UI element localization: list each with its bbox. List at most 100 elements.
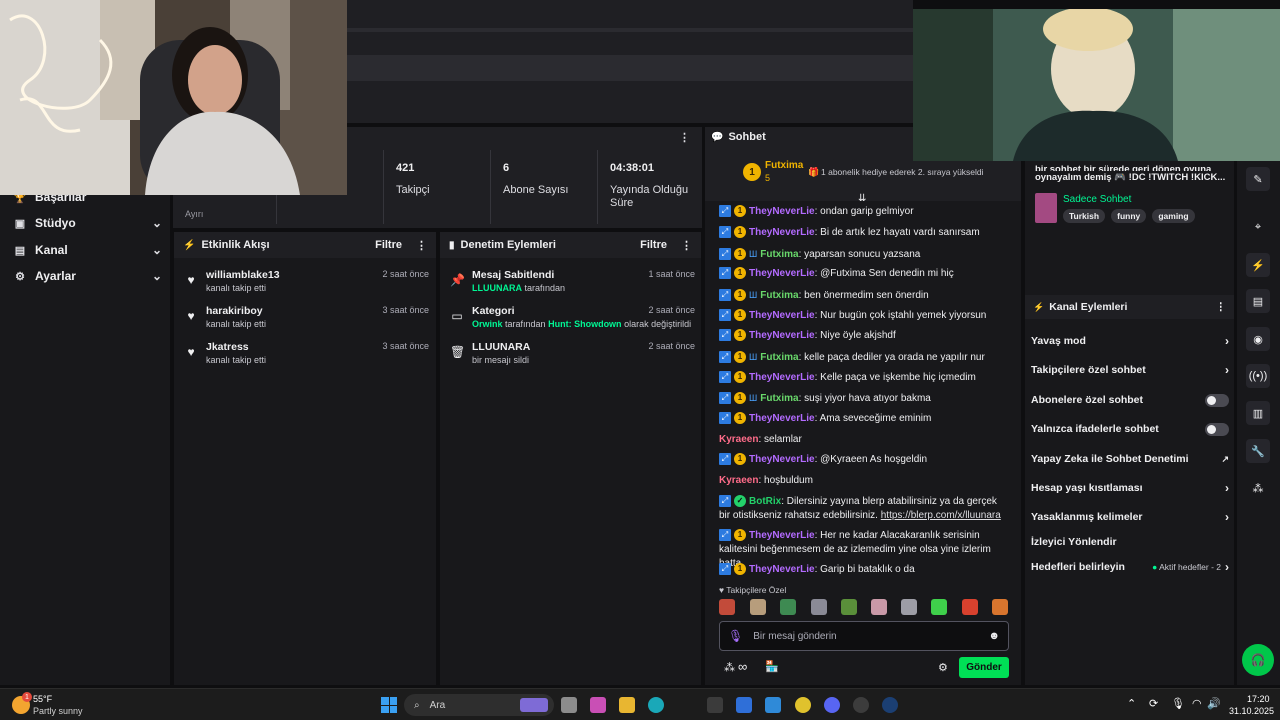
chat-username[interactable]: TheyNeverLie (749, 413, 815, 424)
app-icon[interactable] (707, 697, 723, 713)
wifi-icon[interactable]: ◠ (1192, 697, 1202, 710)
emote-icon[interactable] (780, 599, 796, 615)
tag[interactable]: funny (1111, 209, 1147, 223)
chat-icon[interactable]: ◉ (1246, 327, 1270, 351)
event-actor[interactable]: LLUUNARA (472, 283, 522, 293)
pinned-user[interactable]: Futxima (765, 160, 803, 171)
chat-username[interactable]: TheyNeverLie (749, 372, 815, 383)
ai-moderation-row[interactable]: Yapay Zeka ile Sohbet Denetimi ↗ (1031, 451, 1229, 467)
emote-icon[interactable] (841, 599, 857, 615)
banned-words-row[interactable]: Yasaklanmış kelimeler › (1031, 509, 1229, 525)
more-options-icon[interactable]: ⋮ (1216, 301, 1227, 313)
tag[interactable]: Turkish (1063, 209, 1106, 223)
chat-username[interactable]: TheyNeverLie (749, 310, 815, 321)
infinity-icon[interactable]: ∞ (738, 659, 747, 674)
emote-icon[interactable] (811, 599, 827, 615)
chat-input-box[interactable]: 🎙 ☻ (719, 621, 1009, 651)
chrome-icon[interactable] (795, 697, 811, 713)
followers-only-row[interactable]: Takipçilere özel sohbet › (1031, 362, 1229, 378)
clock-date[interactable]: 31.10.2025 (1229, 706, 1274, 716)
points-icon[interactable]: ⁂ (724, 661, 735, 674)
more-options-icon[interactable]: ⋮ (679, 131, 690, 144)
raid-row[interactable]: İzleyici Yönlendir (1031, 534, 1229, 550)
file-explorer-icon[interactable] (619, 697, 635, 713)
edit-icon[interactable]: ✎ (1246, 167, 1270, 191)
task-view-icon[interactable] (561, 697, 577, 713)
emote-only-toggle[interactable] (1205, 422, 1229, 436)
microphone-icon[interactable]: 🎙 (1171, 697, 1185, 710)
pinned-gift-text: 1 abonelik hediye ederek 2. sıraya yükse… (821, 167, 984, 177)
chat-username[interactable]: TheyNeverLie (749, 530, 815, 541)
support-icon[interactable]: 🎧 (1242, 644, 1274, 676)
chat-username[interactable]: TheyNeverLie (749, 454, 815, 465)
chat-username[interactable]: TheyNeverLie (749, 206, 815, 217)
collapse-icon[interactable]: ⇊ (858, 193, 866, 204)
slow-mode-row[interactable]: Yavaş mod › (1031, 333, 1229, 349)
wrench-icon[interactable]: 🔧 (1246, 439, 1270, 463)
chat-username[interactable]: Futxima (760, 290, 798, 301)
volume-icon[interactable]: 🔊 (1207, 697, 1221, 710)
chat-username[interactable]: Futxima (760, 352, 798, 363)
taskbar-search[interactable]: ⌕ Ara (404, 694, 554, 716)
windows-start-icon[interactable] (381, 697, 397, 713)
sidebar-item-channel[interactable]: ▤ Kanal ⌄ (14, 241, 162, 259)
mail-icon[interactable] (765, 697, 781, 713)
gear-icon[interactable]: ⚙ (938, 661, 948, 674)
chat-message-input[interactable] (753, 630, 989, 642)
broadcast-icon[interactable]: ((•)) (1246, 364, 1270, 388)
chat-panel: 💬 Sohbet 1 Futxima 5 🎁 1 abonelik hediye… (705, 127, 1021, 685)
emote-icon[interactable] (719, 599, 735, 615)
chat-username[interactable]: TheyNeverLie (749, 330, 815, 341)
filter-button[interactable]: Filtre (375, 239, 402, 251)
emote-icon[interactable] (750, 599, 766, 615)
goals-row[interactable]: Hedefleri belirleyin ● Aktif hedefler - … (1031, 559, 1229, 575)
emoji-icon[interactable]: ☻ (988, 630, 1000, 642)
store-icon[interactable]: 🏪 (765, 660, 779, 673)
lightning-icon[interactable]: ⚡ (1246, 253, 1270, 277)
weather-widget[interactable]: 1 55°F Partly sunny (12, 692, 132, 718)
chat-username[interactable]: Kyraeen (719, 434, 758, 445)
points-icon[interactable]: ⁂ (1246, 476, 1270, 500)
crosshair-icon[interactable]: ⌖ (1246, 215, 1270, 239)
chat-username[interactable]: TheyNeverLie (749, 564, 815, 575)
chat-username[interactable]: TheyNeverLie (749, 268, 815, 279)
chat-username[interactable]: Futxima (760, 393, 798, 404)
clock-time[interactable]: 17:20 (1247, 694, 1270, 704)
tag[interactable]: gaming (1152, 209, 1195, 223)
chat-link[interactable]: https://blerp.com/x/lluunara (881, 510, 1001, 521)
obs-icon[interactable] (853, 697, 869, 713)
subscribers-only-toggle[interactable] (1205, 393, 1229, 407)
sidebar-item-settings[interactable]: ⚙ Ayarlar ⌄ (14, 267, 162, 285)
event-user[interactable]: harakiriboy (206, 305, 263, 317)
event-user[interactable]: williamblake13 (206, 269, 280, 281)
event-actor[interactable]: Orwink (472, 319, 503, 329)
layout-icon[interactable]: ▥ (1246, 401, 1270, 425)
event-user[interactable]: Jkatress (206, 341, 249, 353)
copilot-icon[interactable] (590, 697, 606, 713)
emote-icon[interactable] (992, 599, 1008, 615)
more-options-icon[interactable]: ⋮ (416, 239, 427, 252)
chat-username[interactable]: TheyNeverLie (749, 227, 815, 238)
chat-username[interactable]: Kyraeen (719, 475, 758, 486)
chat-username[interactable]: BotRix (749, 496, 781, 507)
sync-icon[interactable]: ⟳ (1149, 697, 1158, 710)
sidebar-item-studio[interactable]: ▣ Stüdyo ⌄ (14, 214, 162, 232)
document-icon[interactable]: ▤ (1246, 289, 1270, 313)
emote-icon[interactable] (901, 599, 917, 615)
account-age-row[interactable]: Hesap yaşı kısıtlaması › (1031, 480, 1229, 496)
chat-text: : hoşbuldum (758, 475, 813, 486)
more-options-icon[interactable]: ⋮ (681, 239, 692, 252)
tray-chevron-icon[interactable]: ⌃ (1127, 697, 1136, 710)
discord-icon[interactable] (824, 697, 840, 713)
app-icon[interactable] (736, 697, 752, 713)
send-button[interactable]: Gönder (959, 657, 1009, 678)
emote-icon[interactable] (962, 599, 978, 615)
chat-username[interactable]: Futxima (760, 249, 798, 260)
edge-icon[interactable] (648, 697, 664, 713)
emote-icon[interactable] (871, 599, 887, 615)
steam-icon[interactable] (882, 697, 898, 713)
microphone-icon[interactable]: 🎙 (728, 629, 743, 643)
emote-icon[interactable] (931, 599, 947, 615)
event-category[interactable]: Hunt: Showdown (548, 319, 621, 329)
filter-button[interactable]: Filtre (640, 239, 667, 251)
